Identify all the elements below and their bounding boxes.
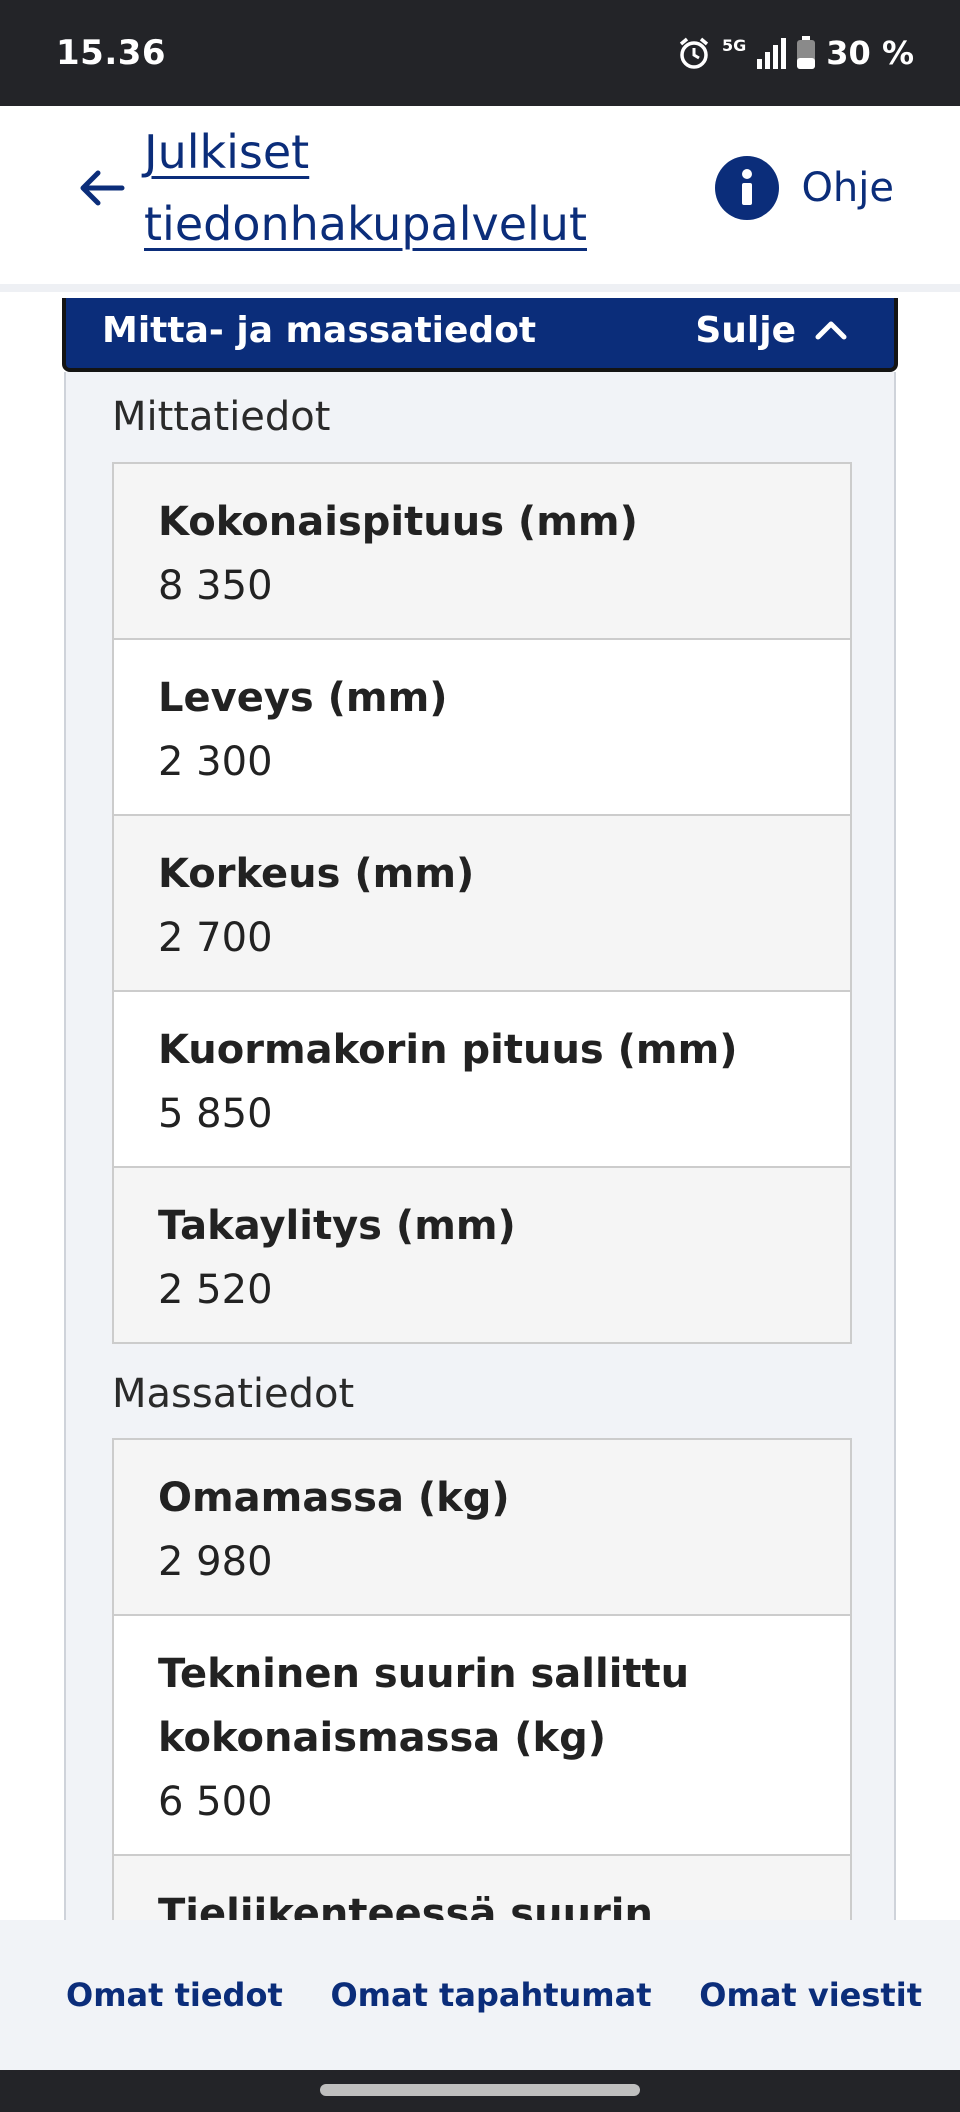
status-bar: 15.36 5G 30 % <box>0 0 960 106</box>
nav-own-messages[interactable]: Omat viestit <box>699 1976 922 2014</box>
back-button[interactable] <box>74 156 130 220</box>
info-icon <box>715 156 780 220</box>
home-gesture-handle[interactable] <box>320 2084 640 2096</box>
row-value: 2 700 <box>158 915 273 961</box>
gesture-bar <box>0 2070 960 2112</box>
row-label: Kokonaispituus (mm) <box>158 499 638 545</box>
row-label: Kuormakorin pituus (mm) <box>158 1027 738 1073</box>
nav-own-info[interactable]: Omat tiedot <box>66 1976 283 2014</box>
link-line-2: tiedonhakupalvelut <box>144 197 587 251</box>
row-value: 2 520 <box>158 1267 273 1313</box>
row-label: Omamassa (kg) <box>158 1475 510 1521</box>
alarm-icon <box>676 35 712 71</box>
nav-own-events[interactable]: Omat tapahtumat <box>330 1976 651 2014</box>
row-label: Tekninen suurin sallittu kokonaismassa (… <box>158 1651 690 1761</box>
close-label: Sulje <box>695 309 796 351</box>
arrow-left-icon <box>80 170 125 206</box>
list-item: Takaylitys (mm) 2 520 <box>114 1168 850 1342</box>
battery-level: 30 % <box>826 34 914 72</box>
status-icons: 5G 30 % <box>676 34 914 72</box>
list-item: Kokonaispituus (mm) 8 350 <box>114 464 850 640</box>
list-item: Tekninen suurin sallittu kokonaismassa (… <box>114 1616 850 1856</box>
row-label: Takaylitys (mm) <box>158 1203 516 1249</box>
row-label: Leveys (mm) <box>158 675 448 721</box>
row-value: 6 500 <box>158 1779 273 1825</box>
list-item: Korkeus (mm) 2 700 <box>114 816 850 992</box>
dimensions-title: Mittatiedot <box>112 394 331 440</box>
chevron-up-icon <box>815 321 847 340</box>
signal-icon <box>756 37 787 69</box>
row-value: 8 350 <box>158 563 273 609</box>
content-area[interactable]: Mitta- ja massatiedot Sulje Mittatiedot … <box>0 298 960 1920</box>
list-item: Leveys (mm) 2 300 <box>114 640 850 816</box>
help-label: Ohje <box>801 165 894 211</box>
accordion-panel: Mittatiedot Kokonaispituus (mm) 8 350 Le… <box>64 372 896 1920</box>
bottom-nav: Omat tiedot Omat tapahtumat Omat viestit <box>0 1920 960 2070</box>
accordion-header[interactable]: Mitta- ja massatiedot Sulje <box>62 298 898 372</box>
close-button[interactable]: Sulje <box>695 310 848 351</box>
public-services-link[interactable]: Julkiset tiedonhakupalvelut <box>144 116 704 260</box>
row-label: Tieliikenteessä suurin sallittu <box>158 1891 653 1920</box>
row-value: 2 300 <box>158 739 273 785</box>
app-header: Julkiset tiedonhakupalvelut Ohje <box>0 106 960 292</box>
list-item: Omamassa (kg) 2 980 <box>114 1440 850 1616</box>
row-label: Korkeus (mm) <box>158 851 475 897</box>
masses-list: Omamassa (kg) 2 980 Tekninen suurin sall… <box>112 1438 852 1920</box>
status-time: 15.36 <box>56 33 167 73</box>
list-item: Kuormakorin pituus (mm) 5 850 <box>114 992 850 1168</box>
masses-title: Massatiedot <box>112 1371 355 1417</box>
battery-icon <box>796 36 816 70</box>
accordion-title: Mitta- ja massatiedot <box>102 309 537 351</box>
row-value: 5 850 <box>158 1091 273 1137</box>
help-button[interactable]: Ohje <box>715 152 894 224</box>
dimensions-list: Kokonaispituus (mm) 8 350 Leveys (mm) 2 … <box>112 462 852 1344</box>
network-label: 5G <box>722 36 747 55</box>
row-value: 2 980 <box>158 1539 273 1585</box>
link-line-1: Julkiset <box>144 125 310 179</box>
list-item: Tieliikenteessä suurin sallittu <box>114 1856 850 1920</box>
